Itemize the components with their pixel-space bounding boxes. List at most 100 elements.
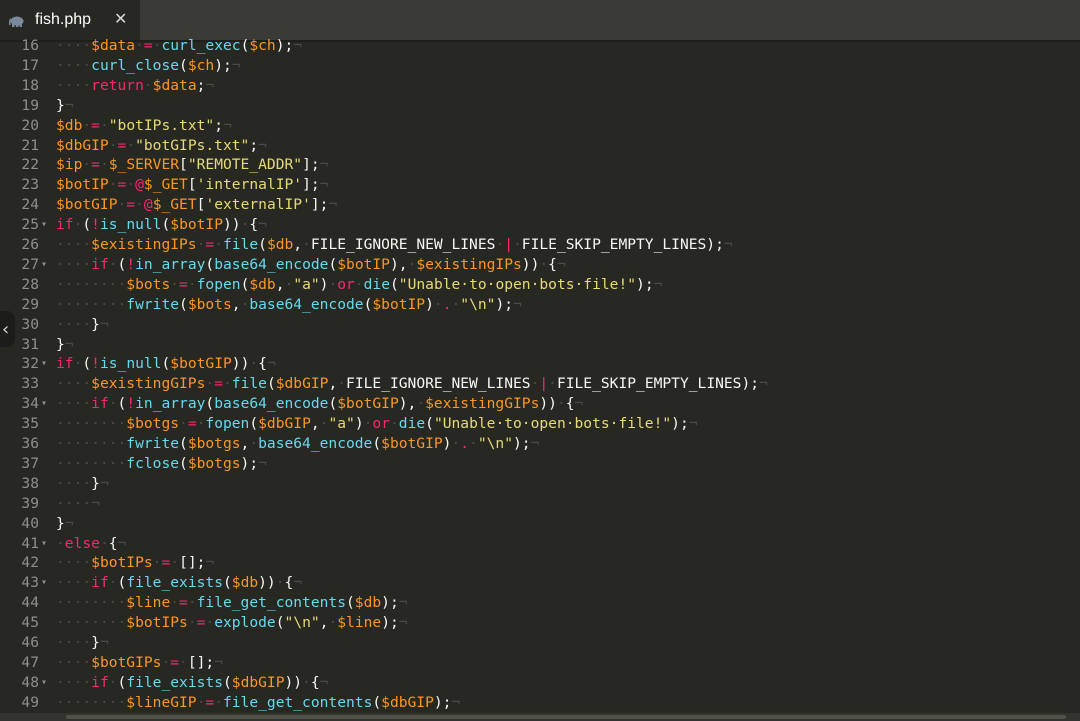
token-var: $botIP <box>372 295 426 313</box>
token-str: "\n" <box>284 614 320 632</box>
code-line[interactable]: 24 $botGIP·=·@$_GET['externalIP'];¬ <box>0 195 1080 215</box>
code-line[interactable]: 31}¬ <box>0 335 1080 355</box>
code-line[interactable]: 38 ····}¬ <box>0 474 1080 494</box>
line-number: 33 <box>21 375 39 393</box>
line-number: 35 <box>21 415 39 433</box>
token-var: $ch <box>187 56 215 74</box>
code-line[interactable]: 41 ▾ ·else·{¬ <box>0 534 1080 554</box>
token-fn: in_array <box>135 395 206 413</box>
code-line[interactable]: 29 ········fwrite($bots,·base64_encode($b… <box>0 295 1080 315</box>
code-line[interactable]: 48 ▾ ····if·(file_exists($dbGIP))·{¬ <box>0 673 1080 693</box>
line-number: 26 <box>21 236 39 253</box>
code-line[interactable]: 37 ········fclose($botgs);¬ <box>0 454 1080 474</box>
code-line[interactable]: 23 $botIP·=·@$_GET['internalIP'];¬ <box>0 175 1080 195</box>
token-kw: return <box>91 76 144 94</box>
token-ws: · <box>451 295 461 313</box>
token-pun: ); <box>636 275 654 293</box>
code-line[interactable]: 43 ▾ ····if·(file_exists($db))·{¬ <box>0 573 1080 593</box>
token-var: $botIP <box>56 176 109 194</box>
token-pun: )) <box>223 216 241 234</box>
token-fn: is_null <box>99 355 162 373</box>
code-line[interactable]: 49 ········$lineGIP·=·file_get_contents($… <box>0 693 1080 713</box>
token-ws: · <box>99 116 109 134</box>
token-pun: ]; <box>302 156 320 174</box>
code-line[interactable]: 40}¬ <box>0 514 1080 534</box>
token-pun: ( <box>161 355 171 373</box>
code-text: $botGIP·=·@$_GET['externalIP'];¬ <box>56 195 337 215</box>
token-pun: ( <box>249 415 259 433</box>
code-text: ········fwrite($bots,·base64_encode($bot… <box>56 295 522 315</box>
code-line[interactable]: 32 ▾ if·(!is_null($botGIP))·{¬ <box>0 354 1080 374</box>
token-var: $bots <box>187 295 232 313</box>
code-line[interactable]: 27 ▾ ····if·(!in_array(base64_encode($botI… <box>0 255 1080 275</box>
token-pun: ( <box>425 415 434 433</box>
token-kw: = <box>187 415 197 433</box>
token-pun: )) <box>521 255 540 273</box>
fold-arrow-icon[interactable]: ▾ <box>41 255 51 275</box>
code-line[interactable]: 36 ········fwrite($botgs,·base64_encode($… <box>0 434 1080 454</box>
scrollbar-thumb[interactable] <box>66 715 1066 719</box>
code-line[interactable]: 42 ····$botIPs·=·[];¬ <box>0 553 1080 573</box>
code-line[interactable]: 26 ····$existingIPs·=·file($db,·FILE_IGNO… <box>0 235 1080 255</box>
token-kw: ! <box>91 355 100 373</box>
code-line[interactable]: 17 ····curl_close($ch);¬ <box>0 56 1080 76</box>
token-var: $botGIP <box>56 196 118 214</box>
horizontal-scrollbar[interactable] <box>0 713 1080 721</box>
code-line[interactable]: 47 ····$botGIPs·=·[];¬ <box>0 653 1080 673</box>
token-kw: | <box>539 375 549 393</box>
token-pun: ( <box>179 454 188 472</box>
token-fn: explode <box>214 614 276 632</box>
code-line[interactable]: 44 ········$line·=·file_get_contents($db)… <box>0 593 1080 613</box>
fold-arrow-icon[interactable]: ▾ <box>41 573 51 593</box>
token-ws: · <box>556 395 566 413</box>
code-line[interactable]: 18 ····return·$data;¬ <box>0 76 1080 96</box>
close-icon[interactable]: ✕ <box>114 9 127 28</box>
fold-arrow-icon[interactable]: ▾ <box>41 534 51 554</box>
token-kw: = <box>161 554 171 572</box>
code-line[interactable]: 46 ····}¬ <box>0 633 1080 653</box>
fold-arrow-icon[interactable]: ▾ <box>41 215 51 235</box>
token-pun: ); <box>214 56 232 74</box>
line-number: 23 <box>21 176 39 194</box>
token-str: "a" <box>328 415 355 433</box>
code-line[interactable]: 20 $db·=·"botIPs.txt";¬ <box>0 116 1080 136</box>
code-line[interactable]: 33 ····$existingGIPs·=·file($dbGIP,·FILE_… <box>0 374 1080 394</box>
token-ws: · <box>135 196 144 214</box>
token-pun: ); <box>495 295 514 313</box>
token-eol: ¬ <box>266 355 276 373</box>
token-pun: } <box>91 315 100 333</box>
code-line[interactable]: 21 $dbGIP·=·"botGIPs.txt";¬ <box>0 136 1080 156</box>
code-line[interactable]: 35 ········$botgs·=·fopen($dbGIP,·"a")·or… <box>0 414 1080 434</box>
token-eol: ¬ <box>319 673 329 691</box>
token-pun: ( <box>117 574 127 592</box>
code-line[interactable]: 22 $ip·=·$_SERVER["REMOTE_ADDR"];¬ <box>0 155 1080 175</box>
fold-arrow-icon[interactable]: ▾ <box>41 673 51 693</box>
code-text: if·(!is_null($botIP))·{¬ <box>56 215 267 235</box>
code-line[interactable]: 30 ····}¬ <box>0 315 1080 335</box>
code-line[interactable]: 45 ········$botIPs·=·explode("\n",·$line)… <box>0 613 1080 633</box>
fold-arrow-icon[interactable]: ▾ <box>41 394 51 414</box>
token-str: "\n" <box>477 435 514 452</box>
token-pun: ( <box>372 435 382 452</box>
token-ws: · <box>82 156 92 174</box>
fold-arrow-icon[interactable]: ▾ <box>41 354 51 374</box>
code-line[interactable]: 39 ····¬ <box>0 494 1080 514</box>
code-line[interactable]: 19}¬ <box>0 96 1080 116</box>
code-line[interactable]: 25 ▾ if·(!is_null($botIP))·{¬ <box>0 215 1080 235</box>
code-editor[interactable]: 16 ····$data·=·curl_exec($ch);¬ 17 ····curl… <box>0 38 1080 713</box>
token-eol: ¬ <box>688 415 698 433</box>
token-fn: in_array <box>135 255 206 273</box>
code-line[interactable]: 34 ▾ ····if·(!in_array(base64_encode($botG… <box>0 394 1080 414</box>
token-eol: ¬ <box>91 494 100 512</box>
tab-fish-php[interactable]: fish.php ✕ <box>0 0 140 42</box>
token-eol: ¬ <box>64 514 74 532</box>
line-number: 42 <box>21 554 39 572</box>
code-line[interactable]: 16 ····$data·=·curl_exec($ch);¬ <box>0 38 1080 56</box>
token-pun: ); <box>381 594 399 612</box>
sidebar-toggle-handle[interactable]: ‹ <box>0 311 15 347</box>
code-line[interactable]: 28 ········$bots·=·fopen($db,·"a")·or·die… <box>0 275 1080 295</box>
token-pun: ( <box>179 295 188 313</box>
token-str: "\n" <box>460 295 496 313</box>
token-var: $ch <box>249 38 276 54</box>
token-pun: ); <box>275 38 294 54</box>
